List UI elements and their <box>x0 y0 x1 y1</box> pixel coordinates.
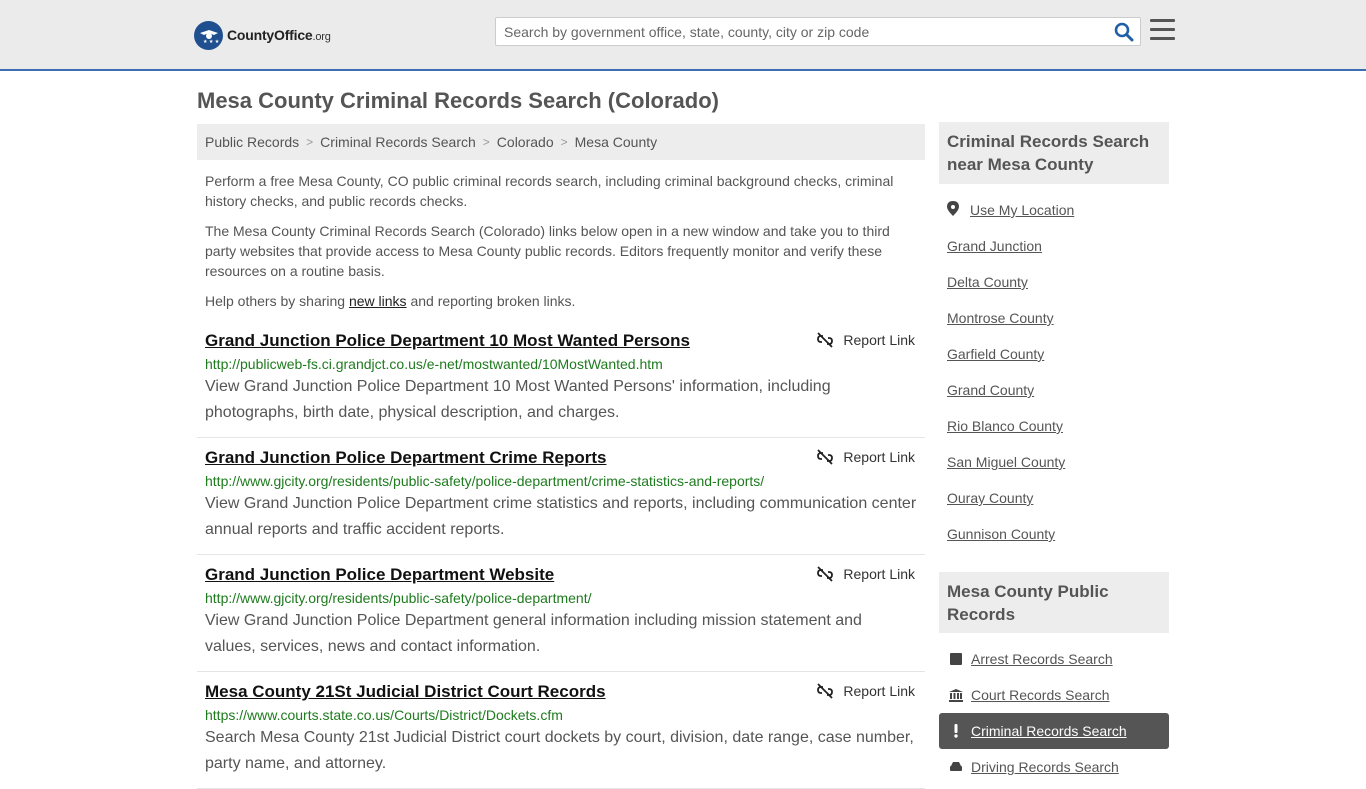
nearby-heading: Criminal Records Search near Mesa County <box>939 122 1169 184</box>
broken-link-icon <box>817 332 834 348</box>
car-icon <box>949 761 963 773</box>
breadcrumb-criminal-records-search[interactable]: Criminal Records Search <box>320 134 476 150</box>
broken-link-icon <box>817 683 834 699</box>
logo-brand: CountyOffice <box>227 27 313 43</box>
intro-paragraph-3: Help others by sharing new links and rep… <box>205 293 576 309</box>
criminal-records-link[interactable]: Criminal Records Search <box>971 723 1127 739</box>
result-title-link[interactable]: Grand Junction Police Department Crime R… <box>205 448 917 468</box>
broken-link-icon <box>817 449 834 465</box>
intro-text: Perform a free Mesa County, CO public cr… <box>205 171 917 321</box>
result-description: View Grand Junction Police Department ge… <box>205 612 862 655</box>
result-item: Grand Junction Police Department Website… <box>197 555 925 672</box>
search-input[interactable] <box>496 18 1096 45</box>
search-icon[interactable] <box>1114 22 1134 42</box>
nearby-link-san-miguel-county[interactable]: San Miguel County <box>947 454 1065 470</box>
nearby-item: San Miguel County <box>947 444 1169 480</box>
breadcrumb-public-records[interactable]: Public Records <box>205 134 299 150</box>
result-title-link[interactable]: Grand Junction Police Department 10 Most… <box>205 331 917 351</box>
nearby-link-grand-county[interactable]: Grand County <box>947 382 1034 398</box>
report-link-button[interactable]: Report Link <box>817 683 915 699</box>
result-description: View Grand Junction Police Department 10… <box>205 378 831 421</box>
intro-paragraph-1: Perform a free Mesa County, CO public cr… <box>205 173 894 209</box>
nearby-item: Rio Blanco County <box>947 408 1169 444</box>
use-my-location-item: Use My Location <box>947 192 1169 228</box>
records-item-criminal[interactable]: Criminal Records Search <box>939 713 1169 749</box>
result-url[interactable]: http://www.gjcity.org/residents/public-s… <box>205 473 917 489</box>
top-header: ★ ★ ★ CountyOffice.org <box>0 0 1366 71</box>
broken-link-icon <box>817 566 834 582</box>
hamburger-menu-icon[interactable] <box>1150 19 1175 41</box>
breadcrumb-colorado[interactable]: Colorado <box>497 134 554 150</box>
public-records-list: Arrest Records Search Court Records Sear… <box>939 641 1169 785</box>
svg-text:★ ★ ★: ★ ★ ★ <box>203 39 220 45</box>
report-link-button[interactable]: Report Link <box>817 449 915 465</box>
nearby-link-delta-county[interactable]: Delta County <box>947 274 1028 290</box>
nearby-link-grand-junction[interactable]: Grand Junction <box>947 238 1042 254</box>
exclamation-icon <box>949 724 963 738</box>
nearby-item: Grand County <box>947 372 1169 408</box>
result-item: Grand Junction Police Department Crime R… <box>197 438 925 555</box>
nearby-link-gunnison-county[interactable]: Gunnison County <box>947 526 1055 542</box>
report-link-button[interactable]: Report Link <box>817 566 915 582</box>
result-title-link[interactable]: Grand Junction Police Department Website <box>205 565 917 585</box>
breadcrumb-mesa-county[interactable]: Mesa County <box>575 134 657 150</box>
use-my-location-link[interactable]: Use My Location <box>970 202 1074 218</box>
new-links-link[interactable]: new links <box>349 293 407 309</box>
breadcrumb: Public Records > Criminal Records Search… <box>197 124 925 160</box>
breadcrumb-separator: > <box>306 135 314 149</box>
result-title-link[interactable]: Mesa County 21St Judicial District Court… <box>205 682 917 702</box>
map-pin-icon <box>947 201 959 219</box>
result-url[interactable]: http://www.gjcity.org/residents/public-s… <box>205 590 917 606</box>
site-logo[interactable]: ★ ★ ★ CountyOffice.org <box>194 20 331 50</box>
result-item: Mesa County 21St Judicial District Court… <box>197 672 925 789</box>
driving-records-link[interactable]: Driving Records Search <box>971 759 1119 775</box>
nearby-item: Ouray County <box>947 480 1169 516</box>
nearby-item: Montrose County <box>947 300 1169 336</box>
logo-tld: .org <box>312 31 331 43</box>
nearby-link-garfield-county[interactable]: Garfield County <box>947 346 1044 362</box>
nearby-item: Garfield County <box>947 336 1169 372</box>
page-title: Mesa County Criminal Records Search (Col… <box>197 88 719 113</box>
result-url[interactable]: http://publicweb-fs.ci.grandjct.co.us/e-… <box>205 356 917 372</box>
public-records-heading: Mesa County Public Records <box>939 572 1169 633</box>
eagle-icon: ★ ★ ★ <box>194 20 223 50</box>
court-records-link[interactable]: Court Records Search <box>971 687 1110 703</box>
records-item-driving[interactable]: Driving Records Search <box>939 749 1169 785</box>
result-description: Search Mesa County 21st Judicial Distric… <box>205 729 914 772</box>
records-item-arrest[interactable]: Arrest Records Search <box>939 641 1169 677</box>
courthouse-icon <box>949 688 963 702</box>
nearby-item: Grand Junction <box>947 228 1169 264</box>
report-link-label: Report Link <box>843 332 915 348</box>
records-item-court[interactable]: Court Records Search <box>939 677 1169 713</box>
result-description: View Grand Junction Police Department cr… <box>205 495 917 538</box>
breadcrumb-separator: > <box>560 135 568 149</box>
breadcrumb-separator: > <box>482 135 490 149</box>
nearby-list: Use My Location Grand Junction Delta Cou… <box>947 192 1169 552</box>
report-link-label: Report Link <box>843 566 915 582</box>
report-link-label: Report Link <box>843 449 915 465</box>
square-icon <box>949 653 963 665</box>
report-link-button[interactable]: Report Link <box>817 332 915 348</box>
intro-paragraph-2: The Mesa County Criminal Records Search … <box>205 223 890 279</box>
nearby-item: Delta County <box>947 264 1169 300</box>
results-list: Grand Junction Police Department 10 Most… <box>197 321 925 789</box>
nearby-link-rio-blanco-county[interactable]: Rio Blanco County <box>947 418 1063 434</box>
result-url[interactable]: https://www.courts.state.co.us/Courts/Di… <box>205 707 917 723</box>
report-link-label: Report Link <box>843 683 915 699</box>
result-item: Grand Junction Police Department 10 Most… <box>197 321 925 438</box>
nearby-item: Gunnison County <box>947 516 1169 552</box>
search-bar <box>495 17 1141 46</box>
nearby-link-montrose-county[interactable]: Montrose County <box>947 310 1054 326</box>
arrest-records-link[interactable]: Arrest Records Search <box>971 651 1113 667</box>
nearby-link-ouray-county[interactable]: Ouray County <box>947 490 1033 506</box>
